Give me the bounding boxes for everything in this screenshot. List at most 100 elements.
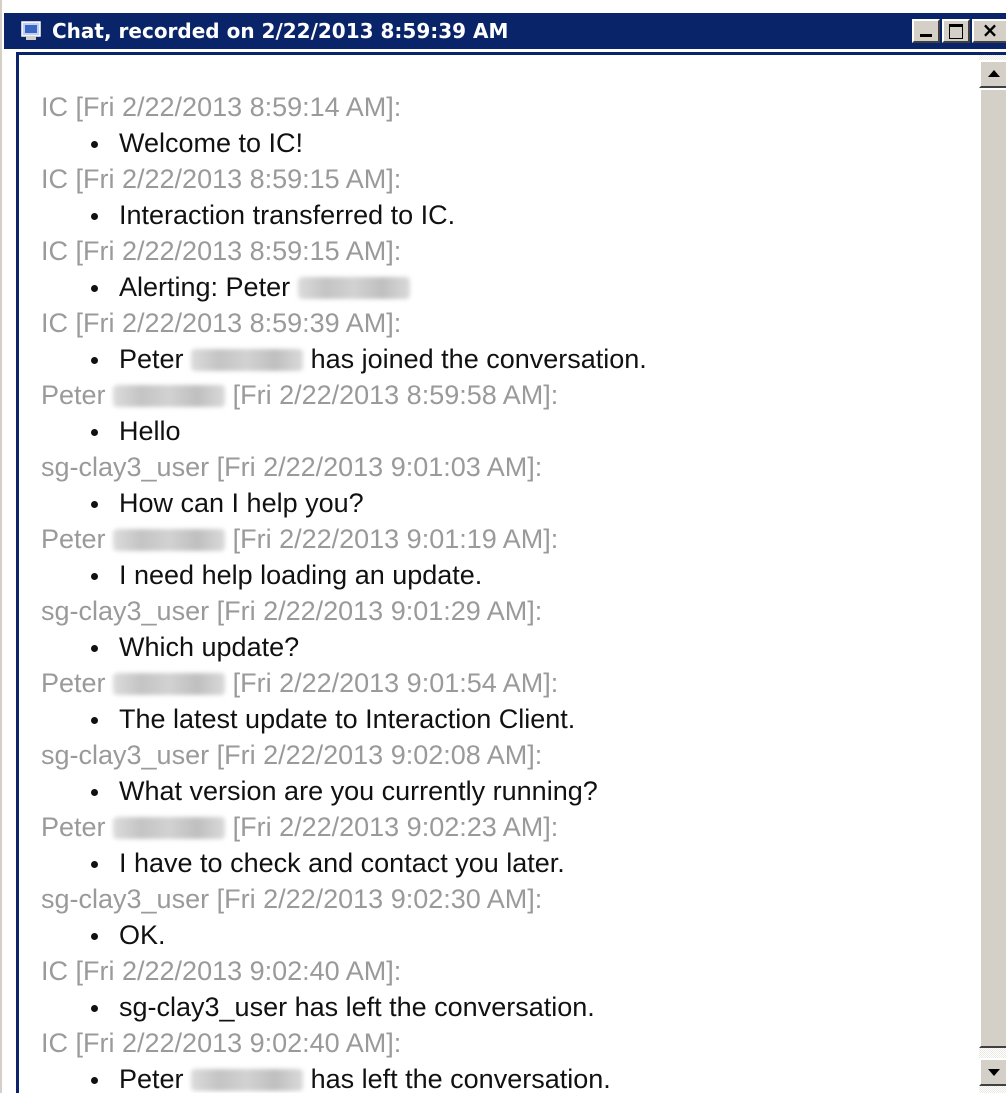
message-timestamp: [Fri 2/22/2013 9:01:29 AM]: [216,596,543,626]
message-text: I need help loading an update. [89,560,482,590]
message-timestamp: [Fri 2/22/2013 8:59:15 AM]: [75,236,402,266]
message-text-part: sg-clay3_user has left the conversation. [119,992,595,1022]
sender-name: Peter [41,524,106,554]
message-body: OK. [41,917,976,953]
message-header: sg-clay3_user [Fri 2/22/2013 9:01:03 AM]… [41,449,976,485]
message-text-part: Which update? [119,632,300,662]
bullet-icon [91,645,98,652]
bullet-icon [91,213,98,220]
bullet-icon [91,429,98,436]
message-header: IC [Fri 2/22/2013 8:59:15 AM]: [41,161,976,197]
redacted-surname [297,277,410,299]
message-timestamp: [Fri 2/22/2013 8:59:15 AM]: [75,164,402,194]
redacted-surname [113,529,226,551]
message-header: IC [Fri 2/22/2013 8:59:15 AM]: [41,233,976,269]
message-text-part: Alerting: Peter [119,272,291,302]
message-text: The latest update to Interaction Client. [89,704,575,734]
message-text: Alerting: Peter [89,272,410,302]
message-text: Peter has left the conversation. [89,1064,611,1093]
close-icon: × [981,18,999,42]
sender-name: sg-clay3_user [41,452,210,482]
bullet-icon [91,933,98,940]
message-text: What version are you currently running? [89,776,598,806]
sender-name: IC [41,164,68,194]
message-timestamp: [Fri 2/22/2013 9:01:54 AM]: [232,668,559,698]
message-header: IC [Fri 2/22/2013 9:02:40 AM]: [41,1025,976,1061]
chat-window-icon [21,21,41,40]
message-body: What version are you currently running? [41,773,976,809]
message-header: sg-clay3_user [Fri 2/22/2013 9:02:30 AM]… [41,881,976,917]
message-header: Peter [Fri 2/22/2013 8:59:58 AM]: [41,377,976,413]
title-bar[interactable]: Chat, recorded on 2/22/2013 8:59:39 AM × [4,13,1006,49]
sender-name: IC [41,236,68,266]
bullet-icon [91,789,98,796]
close-button[interactable]: × [972,18,1006,43]
vertical-scrollbar[interactable] [979,55,1006,1093]
sender-name: IC [41,308,68,338]
message-text-part: Welcome to IC! [119,128,304,158]
bullet-icon [91,357,98,364]
redacted-surname [191,1069,304,1091]
message-body: Hello [41,413,976,449]
message-header: sg-clay3_user [Fri 2/22/2013 9:01:29 AM]… [41,593,976,629]
message-text-part: has joined the conversation. [310,344,647,374]
message-header: IC [Fri 2/22/2013 8:59:39 AM]: [41,305,976,341]
maximize-button[interactable] [942,19,970,43]
message-text: Hello [89,416,181,446]
message-header: Peter [Fri 2/22/2013 9:01:19 AM]: [41,521,976,557]
sender-name: sg-clay3_user [41,596,210,626]
scroll-up-arrow-icon[interactable] [979,60,1006,88]
sender-name: IC [41,1028,68,1058]
message-text-part: Peter [119,1064,184,1093]
message-text-part: How can I help you? [119,488,364,518]
bullet-icon [91,141,98,148]
message-text-part: What version are you currently running? [119,776,598,806]
message-header: IC [Fri 2/22/2013 8:59:14 AM]: [41,89,976,125]
sender-name: IC [41,956,68,986]
chat-transcript: IC [Fri 2/22/2013 8:59:14 AM]: Welcome to… [41,89,976,1093]
message-timestamp: [Fri 2/22/2013 8:59:14 AM]: [75,92,402,122]
message-text-part: I have to check and contact you later. [119,848,565,878]
scrollbar-thumb[interactable] [979,88,1006,1048]
message-body: Peter has left the conversation. [41,1061,976,1093]
redacted-surname [113,817,226,839]
redacted-surname [113,385,226,407]
sender-name: sg-clay3_user [41,884,210,914]
message-timestamp: [Fri 2/22/2013 9:02:23 AM]: [232,812,559,842]
message-body: Welcome to IC! [41,125,976,161]
message-header: IC [Fri 2/22/2013 9:02:40 AM]: [41,953,976,989]
sender-name: Peter [41,380,106,410]
bullet-icon [91,501,98,508]
message-text: OK. [89,920,166,950]
message-text-part: Hello [119,416,181,446]
message-text-part: has left the conversation. [310,1064,611,1093]
message-timestamp: [Fri 2/22/2013 9:02:40 AM]: [75,1028,402,1058]
scroll-down-arrow-icon[interactable] [979,1058,1006,1086]
message-body: I need help loading an update. [41,557,976,593]
bullet-icon [91,573,98,580]
message-body: Interaction transferred to IC. [41,197,976,233]
message-timestamp: [Fri 2/22/2013 9:02:30 AM]: [216,884,543,914]
message-timestamp: [Fri 2/22/2013 9:01:03 AM]: [216,452,543,482]
message-body: Which update? [41,629,976,665]
message-text: I have to check and contact you later. [89,848,565,878]
window-title: Chat, recorded on 2/22/2013 8:59:39 AM [52,19,509,43]
message-text: How can I help you? [89,488,364,518]
message-text-part: Peter [119,344,184,374]
message-timestamp: [Fri 2/22/2013 8:59:58 AM]: [232,380,559,410]
sender-name: sg-clay3_user [41,740,210,770]
bullet-icon [91,285,98,292]
message-timestamp: [Fri 2/22/2013 8:59:39 AM]: [75,308,402,338]
sender-name: IC [41,92,68,122]
bullet-icon [91,717,98,724]
bullet-icon [91,1005,98,1012]
message-text: Peter has joined the conversation. [89,344,647,374]
message-body: I have to check and contact you later. [41,845,976,881]
bullet-icon [91,1077,98,1084]
message-timestamp: [Fri 2/22/2013 9:02:08 AM]: [216,740,543,770]
minimize-button[interactable] [912,19,940,43]
message-text-part: I need help loading an update. [119,560,483,590]
message-timestamp: [Fri 2/22/2013 9:01:19 AM]: [232,524,559,554]
sender-name: Peter [41,668,106,698]
message-text-part: Interaction transferred to IC. [119,200,456,230]
